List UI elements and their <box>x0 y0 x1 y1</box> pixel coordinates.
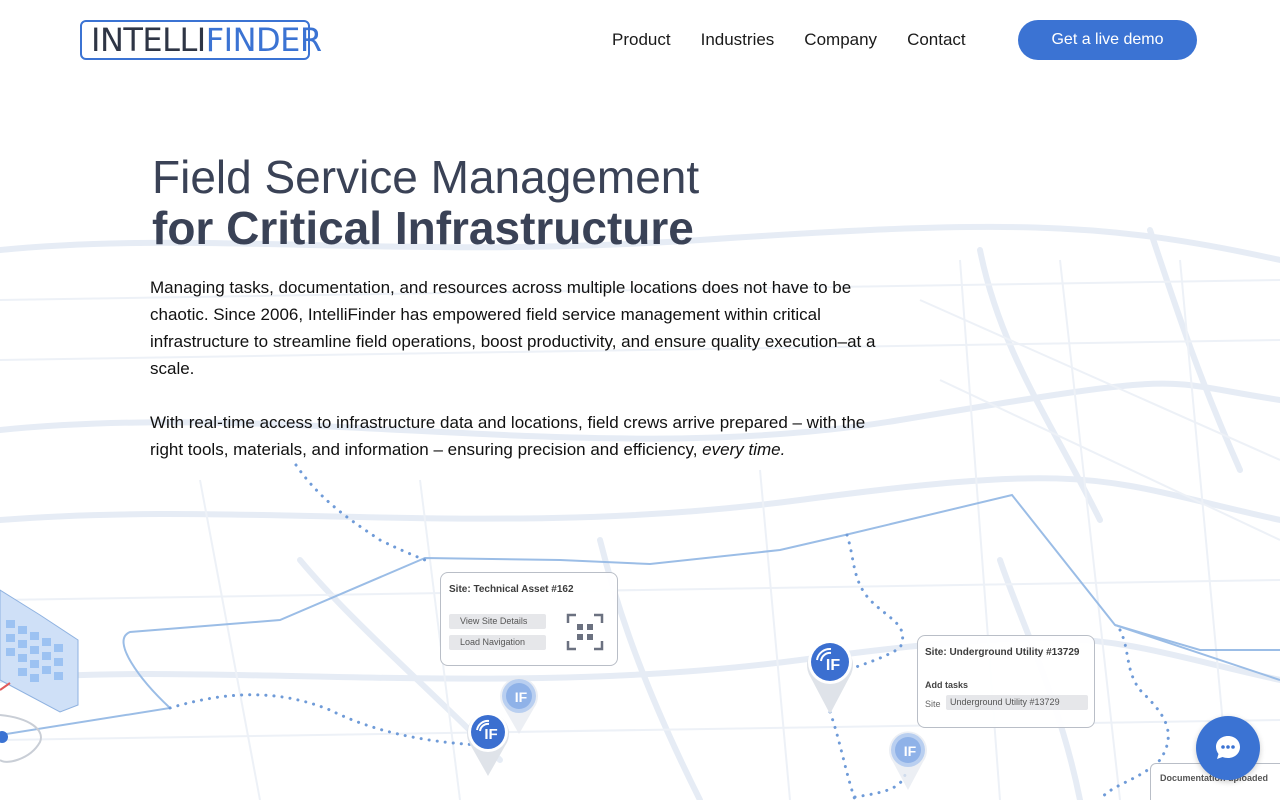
logo[interactable]: INTELLI FINDER <box>80 20 322 60</box>
qr-scan-icon <box>566 613 604 651</box>
live-demo-button[interactable]: Get a live demo <box>1018 20 1197 60</box>
nav-contact[interactable]: Contact <box>907 30 966 50</box>
nav-industries[interactable]: Industries <box>701 30 775 50</box>
site-field-input: Underground Utility #13729 <box>946 695 1088 710</box>
view-site-details-button: View Site Details <box>449 614 546 629</box>
add-tasks-label: Add tasks <box>925 680 969 690</box>
map-pin-icon: IF <box>807 640 853 714</box>
site-card-title: Site: Technical Asset #162 <box>449 584 574 595</box>
hero-title: Field Service Management for Critical In… <box>150 150 910 252</box>
pin-label: IF <box>904 743 917 759</box>
nav-company[interactable]: Company <box>804 30 877 50</box>
chat-bubble-icon <box>1216 736 1240 759</box>
hero-paragraph-1: Managing tasks, documentation, and resou… <box>150 278 876 378</box>
pin-label: IF <box>484 726 497 743</box>
load-navigation-button: Load Navigation <box>449 635 546 650</box>
main-nav: Product Industries Company Contact <box>612 30 966 50</box>
nav-product[interactable]: Product <box>612 30 671 50</box>
utility-card-title: Site: Underground Utility #13729 <box>925 647 1080 658</box>
site-header: INTELLI FINDER Product Industries Company… <box>0 0 1280 80</box>
map-pin-icon: IF <box>467 712 509 776</box>
logo-text-finder: FINDER <box>205 21 322 59</box>
hero-section: Field Service Management for Critical In… <box>150 150 910 463</box>
logo-text-intelli: INTELLI <box>91 21 206 59</box>
hero-title-line1: Field Service Management <box>152 151 700 203</box>
hero-paragraph-2: With real-time access to infrastructure … <box>150 409 900 463</box>
map-pin-icon: IF <box>889 731 927 790</box>
chat-widget-button[interactable] <box>1196 716 1260 780</box>
site-card-underground-utility: Site: Underground Utility #13729 Add tas… <box>917 635 1095 728</box>
hero-title-line2: for Critical Infrastructure <box>152 202 694 254</box>
hero-paragraph-2-emphasis: every time. <box>702 440 786 459</box>
site-field-label: Site <box>925 699 941 709</box>
pin-label: IF <box>826 657 840 674</box>
site-card-technical-asset: Site: Technical Asset #162 View Site Det… <box>440 572 618 666</box>
pin-label: IF <box>515 689 528 705</box>
